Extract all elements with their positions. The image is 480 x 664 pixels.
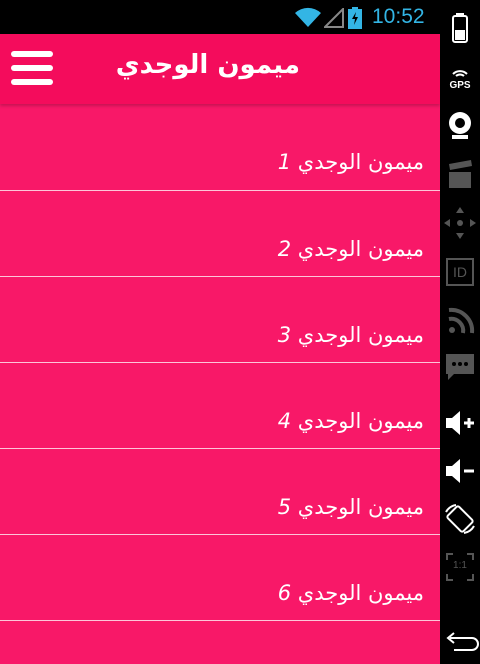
list-item[interactable]: ميمون الوجدي 6	[0, 535, 440, 621]
list-item[interactable]: ميمون الوجدي 5	[0, 449, 440, 535]
back-icon[interactable]	[440, 626, 480, 656]
rotate-icon[interactable]	[440, 502, 480, 536]
action-bar: ميمون الوجدي	[0, 34, 440, 104]
list-item[interactable]: ميمون الوجدي 1	[0, 104, 440, 191]
list-item[interactable]: ميمون الوجدي 3	[0, 277, 440, 363]
signal-icon	[324, 8, 344, 28]
gps-button[interactable]: GPS	[440, 62, 480, 91]
wifi-icon	[295, 7, 321, 28]
list-item-label: ميمون الوجدي 1	[277, 150, 424, 174]
app-screen: ميمون الوجدي ميمون الوجدي 1 ميمون الوجدي…	[0, 34, 440, 664]
item-list: ميمون الوجدي 1 ميمون الوجدي 2 ميمون الوج…	[0, 104, 440, 621]
rss-icon[interactable]	[440, 302, 480, 336]
volume-down-icon[interactable]	[440, 456, 480, 486]
list-item-label: ميمون الوجدي 5	[277, 495, 424, 519]
menu-icon[interactable]	[10, 50, 54, 86]
list-item[interactable]: ميمون الوجدي 4	[0, 363, 440, 449]
list-item-label: ميمون الوجدي 2	[277, 237, 424, 261]
status-bar: 10:52	[0, 0, 440, 34]
page-title: ميمون الوجدي	[115, 50, 300, 80]
side-control-rail: GPS ID 1:1	[440, 0, 480, 664]
id-button[interactable]: ID	[440, 258, 480, 286]
sms-icon[interactable]	[440, 350, 480, 384]
gps-label: GPS	[449, 80, 471, 91]
list-item-label: ميمون الوجدي 4	[277, 409, 424, 433]
list-item-label: ميمون الوجدي 3	[277, 323, 424, 347]
list-item-label: ميمون الوجدي 6	[277, 581, 424, 605]
gps-icon	[452, 70, 468, 77]
list-item[interactable]: ميمون الوجدي 2	[0, 191, 440, 277]
battery-icon	[348, 7, 362, 29]
dpad-icon[interactable]	[440, 205, 480, 241]
status-clock: 10:52	[372, 5, 425, 28]
battery-status-icon	[452, 13, 468, 43]
volume-up-icon[interactable]	[440, 408, 480, 438]
webcam-icon[interactable]	[440, 110, 480, 142]
id-label: ID	[446, 258, 474, 286]
clapperboard-icon[interactable]	[440, 160, 480, 190]
ratio-label: 1:1	[453, 560, 467, 571]
aspect-ratio-button[interactable]: 1:1	[440, 552, 480, 581]
